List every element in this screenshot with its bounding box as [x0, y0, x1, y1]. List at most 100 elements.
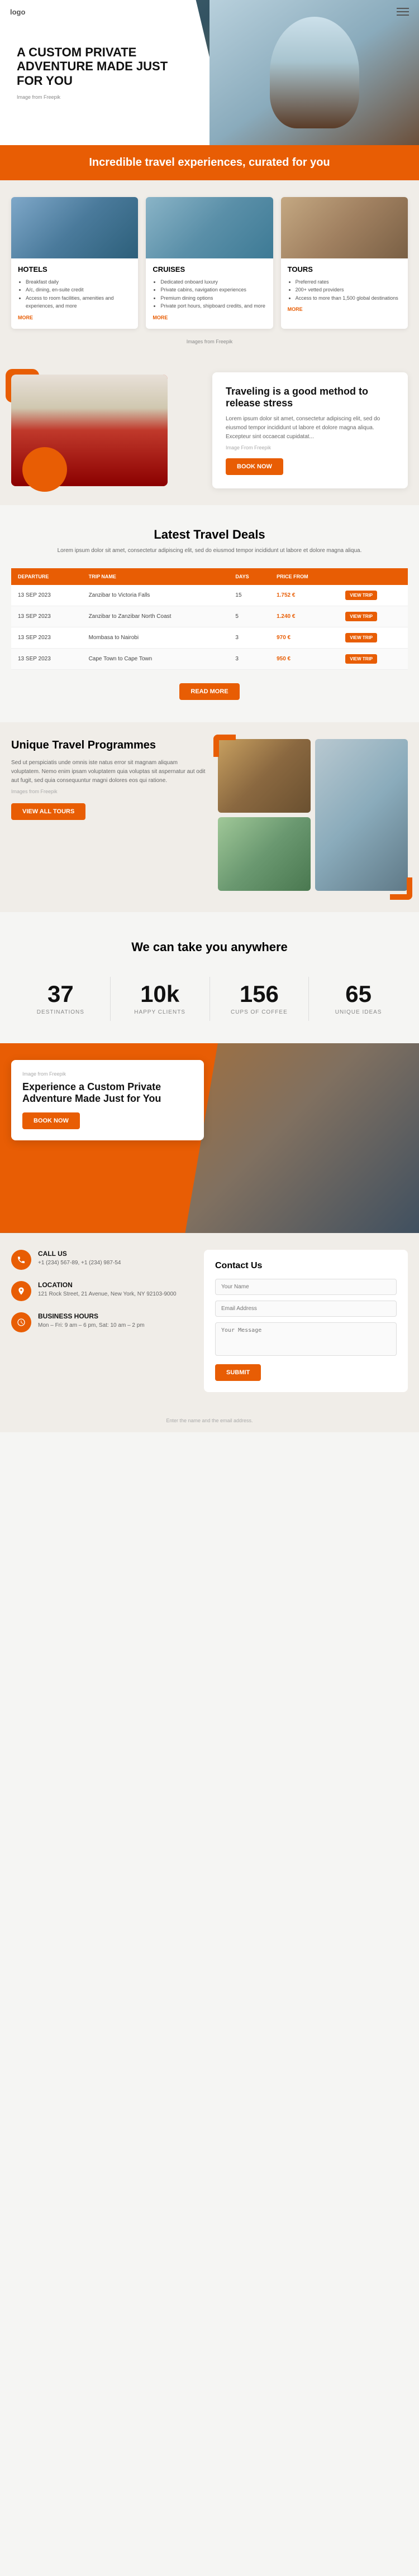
programmes-image-3 — [218, 817, 311, 891]
footer-note: Enter the name and the email address. — [0, 1409, 419, 1432]
stress-image-wrap — [11, 375, 201, 486]
hotels-card-body: HOTELS Breakfast daily A/c, dining, en-s… — [11, 258, 138, 329]
contact-call-value: +1 (234) 567-89, +1 (234) 987-54 — [38, 1259, 121, 1267]
contact-location-text: LOCATION 121 Rock Street, 21 Avenue, New… — [38, 1281, 177, 1301]
stat-coffee: 156 CUPS OF COFFEE — [210, 977, 310, 1021]
stat-destinations-label: DESTINATIONS — [22, 1009, 99, 1015]
email-input[interactable] — [215, 1301, 397, 1317]
table-row: 13 SEP 2023 Mombasa to Nairobi 3 970 € V… — [11, 627, 408, 648]
programmes-title: Unique Travel Programmes — [11, 739, 207, 752]
table-row: 13 SEP 2023 Zanzibar to Victoria Falls 1… — [11, 585, 408, 606]
tours-feature-1: Preferred rates — [296, 278, 401, 286]
message-field[interactable] — [215, 1322, 397, 1359]
stat-ideas-number: 65 — [320, 982, 397, 1006]
contact-form-title: Contact Us — [215, 1261, 397, 1271]
view-trip-button-1[interactable]: VIEW TRIP — [345, 591, 377, 600]
deal-price-1: 1.752 € — [270, 585, 339, 606]
deal-days-2: 5 — [228, 606, 270, 627]
contact-location-label: LOCATION — [38, 1281, 177, 1289]
contact-hours-item: BUSINESS HOURS Mon – Fri: 9 am – 6 pm, S… — [11, 1312, 193, 1332]
adventure-image-credit: Image from Freepik — [22, 1071, 193, 1077]
deals-read-more-button[interactable]: READ MORE — [179, 683, 239, 700]
contact-call-label: CALL US — [38, 1250, 121, 1258]
stress-orange-circle-decoration — [22, 447, 67, 492]
stat-clients-number: 10k — [122, 982, 198, 1006]
contact-call-item: CALL US +1 (234) 567-89, +1 (234) 987-54 — [11, 1250, 193, 1270]
stats-section: We can take you anywhere 37 DESTINATIONS… — [0, 912, 419, 1043]
deal-trip-1: Zanzibar to Victoria Falls — [82, 585, 229, 606]
view-trip-button-4[interactable]: VIEW TRIP — [345, 654, 377, 664]
deal-action-2[interactable]: VIEW TRIP — [339, 606, 408, 627]
programmes-image-credit: Images from Freepik — [11, 789, 207, 794]
deals-header-row: DEPARTURE TRIP NAME DAYS PRICE FROM — [11, 568, 408, 585]
stat-ideas-label: UNIQUE IDEAS — [320, 1009, 397, 1015]
clock-icon — [11, 1312, 31, 1332]
cruises-card: CRUISES Dedicated onboard luxury Private… — [146, 197, 273, 329]
deal-date-4: 13 SEP 2023 — [11, 648, 82, 669]
programmes-view-tours-button[interactable]: VIEW ALL TOURS — [11, 803, 85, 820]
hero-section: logo A CUSTOM PRIVATE ADVENTURE MADE JUS… — [0, 0, 419, 145]
tours-more-link[interactable]: MORE — [288, 306, 303, 312]
contact-location-item: LOCATION 121 Rock Street, 21 Avenue, New… — [11, 1281, 193, 1301]
hero-image — [210, 0, 419, 145]
programmes-images-grid — [218, 739, 408, 895]
tours-feature-3: Access to more than 1,500 global destina… — [296, 294, 401, 302]
cards-row: HOTELS Breakfast daily A/c, dining, en-s… — [11, 197, 408, 329]
deal-action-1[interactable]: VIEW TRIP — [339, 585, 408, 606]
stat-destinations: 37 DESTINATIONS — [11, 977, 111, 1021]
tours-card: TOURS Preferred rates 200+ vetted provid… — [281, 197, 408, 329]
submit-button[interactable]: SUBMIT — [215, 1364, 261, 1381]
col-departure: DEPARTURE — [11, 568, 82, 585]
cruises-card-body: CRUISES Dedicated onboard luxury Private… — [146, 258, 273, 329]
deals-table: DEPARTURE TRIP NAME DAYS PRICE FROM 13 S… — [11, 568, 408, 670]
name-input[interactable] — [215, 1279, 397, 1295]
stat-coffee-label: CUPS OF COFFEE — [221, 1009, 298, 1015]
deals-subtitle: Lorem ipsum dolor sit amet, consectetur … — [11, 546, 408, 555]
menu-icon[interactable] — [397, 8, 409, 16]
deal-price-3: 970 € — [270, 627, 339, 648]
view-trip-button-2[interactable]: VIEW TRIP — [345, 612, 377, 621]
stat-clients: 10k HAPPY CLIENTS — [111, 977, 210, 1021]
deal-action-3[interactable]: VIEW TRIP — [339, 627, 408, 648]
programmes-corner-bottom-right — [390, 877, 412, 900]
cruises-image — [146, 197, 273, 258]
cruises-feature-4: Private port hours, shipboard credits, a… — [160, 302, 266, 310]
programmes-body: Sed ut perspiciatis unde omnis iste natu… — [11, 759, 207, 785]
contact-hours-value: Mon – Fri: 9 am – 6 pm, Sat: 10 am – 2 p… — [38, 1321, 145, 1330]
stats-title: We can take you anywhere — [11, 940, 408, 954]
adventure-title: Experience a Custom Private Adventure Ma… — [22, 1081, 193, 1105]
hotels-image — [11, 197, 138, 258]
contact-call-text: CALL US +1 (234) 567-89, +1 (234) 987-54 — [38, 1250, 121, 1270]
name-field[interactable] — [215, 1279, 397, 1295]
tours-title: TOURS — [288, 265, 401, 274]
programmes-content: Unique Travel Programmes Sed ut perspici… — [11, 739, 207, 820]
hero-people-graphic — [270, 17, 359, 128]
deal-trip-3: Mombasa to Nairobi — [82, 627, 229, 648]
tours-feature-2: 200+ vetted providers — [296, 286, 401, 294]
contact-form-panel: Contact Us SUBMIT — [204, 1250, 408, 1392]
cruises-title: CRUISES — [153, 265, 266, 274]
stress-book-now-button[interactable]: BOOK NOW — [226, 458, 283, 475]
hotels-more-link[interactable]: MORE — [18, 315, 33, 320]
tours-card-body: TOURS Preferred rates 200+ vetted provid… — [281, 258, 408, 320]
deal-trip-4: Cape Town to Cape Town — [82, 648, 229, 669]
deal-action-4[interactable]: VIEW TRIP — [339, 648, 408, 669]
deals-section: Latest Travel Deals Lorem ipsum dolor si… — [0, 505, 419, 722]
cruises-feature-2: Private cabins, navigation experiences — [160, 286, 266, 294]
stress-section: Traveling is a good method to release st… — [0, 356, 419, 505]
stat-clients-label: HAPPY CLIENTS — [122, 1009, 198, 1015]
table-row: 13 SEP 2023 Zanzibar to Zanzibar North C… — [11, 606, 408, 627]
email-field[interactable] — [215, 1301, 397, 1317]
cruises-features: Dedicated onboard luxury Private cabins,… — [153, 278, 266, 310]
view-trip-button-3[interactable]: VIEW TRIP — [345, 633, 377, 642]
table-row: 13 SEP 2023 Cape Town to Cape Town 3 950… — [11, 648, 408, 669]
message-input[interactable] — [215, 1322, 397, 1356]
adventure-book-now-button[interactable]: BOOK NOW — [22, 1112, 80, 1129]
deal-date-1: 13 SEP 2023 — [11, 585, 82, 606]
cruises-more-link[interactable]: MORE — [153, 315, 168, 320]
stress-title: Traveling is a good method to release st… — [226, 386, 394, 409]
stress-content-box: Traveling is a good method to release st… — [212, 372, 408, 488]
stat-coffee-number: 156 — [221, 982, 298, 1006]
hero-overlay: A CUSTOM PRIVATE ADVENTURE MADE JUST FOR… — [0, 0, 231, 145]
col-action — [339, 568, 408, 585]
